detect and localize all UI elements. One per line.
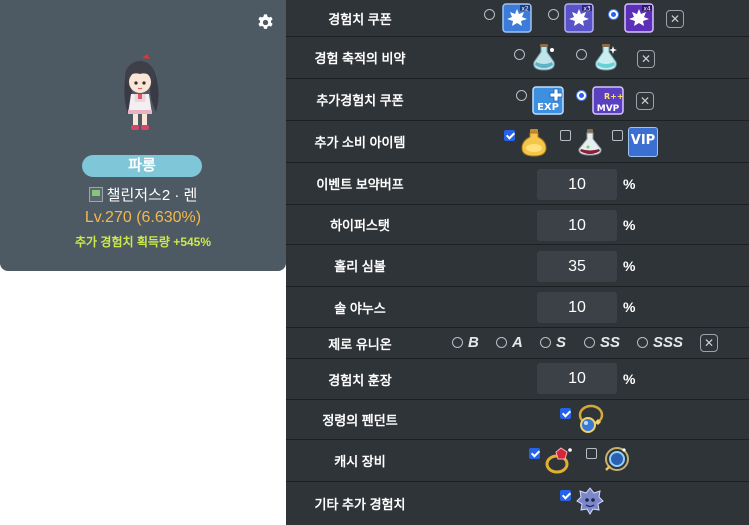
row-extra-exp-coupon: 추가경험치 쿠폰 EXP R++ MVP ✕: [286, 79, 749, 121]
zero-union-a-radio[interactable]: [496, 337, 507, 348]
cash-pendant-icon[interactable]: [600, 444, 632, 476]
gear-icon[interactable]: [256, 13, 275, 32]
percent-unit: %: [623, 258, 636, 274]
row-label: 홀리 심볼: [334, 259, 386, 274]
world-label: 챌린저스2 · 렌: [0, 184, 286, 205]
exp-bonus-summary: 추가 경험치 획득량 +545%: [74, 235, 212, 249]
event-buff-input[interactable]: 10: [537, 169, 617, 200]
exp-coupon-2x-radio[interactable]: [484, 9, 495, 20]
exp-potion-icon[interactable]: [528, 42, 560, 74]
row-label: 제로 유니온: [328, 336, 392, 352]
character-avatar: [124, 54, 159, 130]
svg-text:x3: x3: [583, 6, 591, 13]
row-label: 정령의 펜던트: [322, 413, 398, 428]
cash-ring-checkbox[interactable]: [529, 448, 540, 459]
exp-potion-plus-icon[interactable]: [590, 42, 622, 74]
svg-text:x2: x2: [521, 6, 529, 13]
zero-union-sss-radio[interactable]: [637, 337, 648, 348]
grade-ss-label: SS: [600, 334, 621, 351]
zero-union-s-radio[interactable]: [540, 337, 551, 348]
monster-badge-icon[interactable]: [574, 485, 606, 517]
extra-coupon-clear-button[interactable]: ✕: [636, 92, 654, 110]
percent-unit: %: [623, 299, 636, 315]
exp-coupon-clear-button[interactable]: ✕: [666, 10, 684, 28]
zero-union-clear-button[interactable]: ✕: [700, 334, 718, 352]
row-label: 기타 추가 경험치: [314, 497, 406, 512]
exp-coupon-3x-icon[interactable]: x3: [564, 3, 594, 33]
percent-unit: %: [623, 176, 636, 192]
row-cash-equip: 캐시 장비: [286, 440, 749, 482]
red-potion-checkbox[interactable]: [560, 130, 571, 141]
row-holy-symbol: 홀리 심볼 35 %: [286, 245, 749, 287]
zero-union-b-radio[interactable]: [452, 337, 463, 348]
svg-text:R++: R++: [604, 92, 624, 101]
zero-union-ss-radio[interactable]: [584, 337, 595, 348]
gold-potion-checkbox[interactable]: [504, 130, 515, 141]
row-exp-coupon: 경험치 쿠폰 x2 x3 x4 ✕: [286, 0, 749, 37]
grade-b-label: B: [468, 334, 479, 351]
row-label: 경험 축적의 비약: [314, 51, 406, 66]
row-other-exp: 기타 추가 경험치: [286, 482, 749, 525]
cash-pendant-checkbox[interactable]: [586, 448, 597, 459]
vip-checkbox[interactable]: [612, 130, 623, 141]
hyper-stat-input[interactable]: 10: [537, 210, 617, 241]
character-name: 파롱: [82, 155, 202, 177]
exp-medal-input[interactable]: 10: [537, 363, 617, 394]
percent-unit: %: [623, 371, 636, 387]
other-exp-checkbox[interactable]: [560, 490, 571, 501]
exp-plus-coupon-icon[interactable]: EXP: [532, 84, 564, 116]
row-label: 추가경험치 쿠폰: [316, 93, 404, 108]
row-exp-medal: 경험치 훈장 10 %: [286, 359, 749, 400]
row-zero-union: 제로 유니온 B A S SS SSS ✕: [286, 328, 749, 359]
exp-coupon-4x-icon[interactable]: x4: [624, 3, 654, 33]
gold-potion-icon[interactable]: [518, 126, 550, 158]
svg-text:MVP: MVP: [597, 104, 620, 114]
spirit-pendant-icon[interactable]: [574, 403, 606, 435]
row-extra-consumables: 추가 소비 아이템 VIP: [286, 121, 749, 163]
exp-potion-radio[interactable]: [514, 49, 525, 60]
row-spirit-pendant: 정령의 펜던트: [286, 400, 749, 440]
spirit-pendant-checkbox[interactable]: [560, 408, 571, 419]
sol-janus-input[interactable]: 10: [537, 292, 617, 323]
grade-a-label: A: [512, 334, 523, 351]
exp-coupon-3x-radio[interactable]: [548, 9, 559, 20]
row-sol-janus: 솔 야누스 10 %: [286, 287, 749, 328]
exp-settings-panel: 경험치 쿠폰 x2 x3 x4 ✕ 경험 축적의 비약 ✕ 추가경험치 쿠폰 E…: [286, 0, 749, 525]
world-name: 챌린저스2 · 렌: [106, 187, 198, 204]
world-image-icon: [88, 187, 103, 202]
percent-unit: %: [623, 217, 636, 233]
svg-text:EXP: EXP: [537, 102, 559, 113]
row-exp-potion: 경험 축적의 비약 ✕: [286, 37, 749, 79]
mvp-plus-coupon-icon[interactable]: R++ MVP: [592, 84, 624, 116]
row-label: 솔 야누스: [334, 300, 386, 316]
app-root: 파롱 챌린저스2 · 렌 Lv.270 (6.630%) 추가 경험치 획득량 …: [0, 0, 749, 525]
mvp-plus-coupon-radio[interactable]: [576, 90, 587, 101]
row-event-buff: 이벤트 보약버프 10 %: [286, 163, 749, 205]
cash-ring-icon[interactable]: [543, 444, 575, 476]
vip-icon[interactable]: VIP: [628, 127, 658, 157]
svg-text:x4: x4: [643, 6, 651, 13]
row-label: 이벤트 보약버프: [316, 177, 404, 192]
row-hyper-stat: 하이퍼스탯 10 %: [286, 205, 749, 245]
grade-s-label: S: [556, 334, 567, 351]
exp-coupon-2x-icon[interactable]: x2: [502, 3, 532, 33]
row-label: 하이퍼스탯: [330, 218, 390, 233]
row-label: 경험치 훈장: [328, 372, 392, 388]
red-potion-icon[interactable]: [574, 126, 606, 158]
character-card: 파롱 챌린저스2 · 렌 Lv.270 (6.630%) 추가 경험치 획득량 …: [0, 0, 286, 271]
exp-potion-clear-button[interactable]: ✕: [637, 50, 655, 68]
exp-coupon-4x-radio[interactable]: [608, 9, 619, 20]
row-label: 추가 소비 아이템: [314, 135, 406, 150]
holy-symbol-input[interactable]: 35: [537, 251, 617, 282]
grade-sss-label: SSS: [653, 334, 684, 351]
row-label: 캐시 장비: [334, 454, 386, 469]
character-level: Lv.270 (6.630%): [84, 209, 202, 226]
exp-potion-plus-radio[interactable]: [576, 49, 587, 60]
exp-plus-coupon-radio[interactable]: [516, 90, 527, 101]
row-label: 경험치 쿠폰: [328, 11, 392, 27]
